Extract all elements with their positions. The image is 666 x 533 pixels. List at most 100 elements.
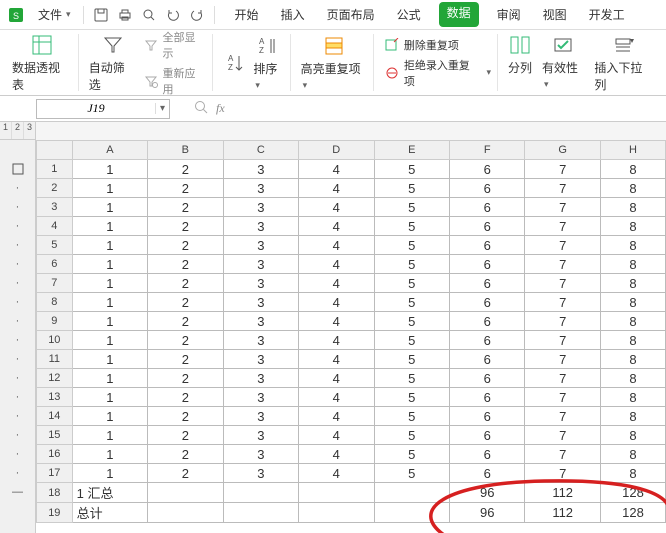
cell[interactable]: 5 — [374, 407, 449, 426]
cell[interactable]: 5 — [374, 236, 449, 255]
outline-cell[interactable]: · — [0, 406, 35, 425]
cell[interactable]: 5 — [374, 255, 449, 274]
outline-cell[interactable]: · — [0, 444, 35, 463]
cell[interactable]: 7 — [525, 236, 600, 255]
cell[interactable]: 2 — [148, 464, 223, 483]
cell[interactable]: 6 — [449, 217, 524, 236]
cell[interactable]: 8 — [600, 369, 665, 388]
cell[interactable]: 3 — [223, 464, 298, 483]
cell[interactable]: 3 — [223, 274, 298, 293]
cell[interactable]: 6 — [449, 369, 524, 388]
cell[interactable]: 6 — [449, 312, 524, 331]
row-header[interactable]: 15 — [37, 426, 73, 445]
cell[interactable]: 2 — [148, 179, 223, 198]
cell[interactable]: 2 — [148, 217, 223, 236]
cell[interactable]: 8 — [600, 407, 665, 426]
cell[interactable]: 6 — [449, 407, 524, 426]
row-header[interactable]: 9 — [37, 312, 73, 331]
cell[interactable]: 4 — [299, 255, 374, 274]
col-header-E[interactable]: E — [374, 141, 449, 160]
tab-开始[interactable]: 开始 — [231, 2, 263, 27]
row-header[interactable]: 16 — [37, 445, 73, 464]
pivot-table-button[interactable]: 数据透视表 — [12, 33, 72, 93]
tab-页面布局[interactable]: 页面布局 — [323, 2, 379, 27]
cell[interactable]: 2 — [148, 255, 223, 274]
cell[interactable]: 5 — [374, 312, 449, 331]
cell[interactable]: 1 — [72, 312, 147, 331]
text-to-cols-button[interactable]: 分列 — [508, 33, 532, 93]
cell[interactable]: 6 — [449, 293, 524, 312]
undo-icon[interactable] — [164, 6, 182, 24]
cell[interactable]: 5 — [374, 464, 449, 483]
cell[interactable]: 4 — [299, 198, 374, 217]
cell[interactable]: 5 — [374, 274, 449, 293]
col-header-G[interactable]: G — [525, 141, 600, 160]
print-icon[interactable] — [116, 6, 134, 24]
outline-level-2[interactable]: 2 — [12, 122, 24, 139]
cell[interactable]: 4 — [299, 407, 374, 426]
cell[interactable]: 1 — [72, 160, 147, 179]
cell[interactable]: 4 — [299, 217, 374, 236]
cell[interactable]: 2 — [148, 388, 223, 407]
outline-cell[interactable]: · — [0, 311, 35, 330]
cell[interactable]: 2 — [148, 369, 223, 388]
tab-视图[interactable]: 视图 — [539, 2, 571, 27]
chevron-down-icon[interactable]: ▾ — [155, 103, 169, 114]
outline-cell[interactable]: — — [0, 482, 35, 501]
cell[interactable]: 8 — [600, 160, 665, 179]
row-header[interactable]: 4 — [37, 217, 73, 236]
cell[interactable]: 2 — [148, 312, 223, 331]
cell[interactable]: 2 — [148, 198, 223, 217]
cell[interactable]: 8 — [600, 179, 665, 198]
sort-az-button[interactable]: AZ — [223, 51, 247, 75]
row-header[interactable]: 17 — [37, 464, 73, 483]
cell[interactable]: 7 — [525, 179, 600, 198]
cell[interactable]: 128 — [600, 503, 665, 523]
row-header[interactable]: 11 — [37, 350, 73, 369]
cell[interactable]: 4 — [299, 388, 374, 407]
cell[interactable] — [223, 483, 298, 503]
cell[interactable]: 3 — [223, 407, 298, 426]
cell[interactable]: 3 — [223, 217, 298, 236]
cell[interactable]: 4 — [299, 293, 374, 312]
outline-cell[interactable]: · — [0, 463, 35, 482]
cell[interactable]: 1 — [72, 217, 147, 236]
cell[interactable]: 2 — [148, 160, 223, 179]
cell[interactable]: 7 — [525, 198, 600, 217]
cell[interactable]: 5 — [374, 445, 449, 464]
outline-collapse-icon[interactable] — [0, 159, 35, 178]
row-header[interactable]: 12 — [37, 369, 73, 388]
cell[interactable]: 96 — [449, 503, 524, 523]
cell[interactable]: 8 — [600, 331, 665, 350]
cell[interactable]: 5 — [374, 350, 449, 369]
cell[interactable]: 1 — [72, 236, 147, 255]
col-header-B[interactable]: B — [148, 141, 223, 160]
cell[interactable]: 4 — [299, 350, 374, 369]
file-menu[interactable]: 文件 ▾ — [34, 4, 75, 25]
cell[interactable]: 7 — [525, 388, 600, 407]
cell[interactable]: 1 — [72, 331, 147, 350]
row-header[interactable]: 10 — [37, 331, 73, 350]
outline-cell[interactable]: · — [0, 349, 35, 368]
cell[interactable]: 3 — [223, 236, 298, 255]
autofilter-button[interactable]: 自动筛选 — [89, 33, 137, 93]
outline-cell[interactable]: · — [0, 368, 35, 387]
cell[interactable]: 8 — [600, 293, 665, 312]
outline-cell[interactable]: · — [0, 235, 35, 254]
cell[interactable]: 128 — [600, 483, 665, 503]
cell[interactable]: 1 — [72, 464, 147, 483]
cell[interactable]: 3 — [223, 179, 298, 198]
cell[interactable]: 2 — [148, 236, 223, 255]
cell[interactable]: 1 — [72, 445, 147, 464]
highlight-dup-button[interactable]: 高亮重复项▾ — [301, 34, 367, 91]
validation-button[interactable]: 有效性▾ — [542, 33, 584, 93]
cell[interactable]: 8 — [600, 236, 665, 255]
cell[interactable]: 8 — [600, 312, 665, 331]
cell[interactable]: 96 — [449, 483, 524, 503]
cell[interactable]: 总计 — [72, 503, 147, 523]
cell[interactable]: 7 — [525, 369, 600, 388]
cell[interactable]: 7 — [525, 407, 600, 426]
cell[interactable]: 7 — [525, 464, 600, 483]
cell[interactable]: 5 — [374, 293, 449, 312]
remove-dup-button[interactable]: 删除重复项 — [384, 37, 491, 53]
